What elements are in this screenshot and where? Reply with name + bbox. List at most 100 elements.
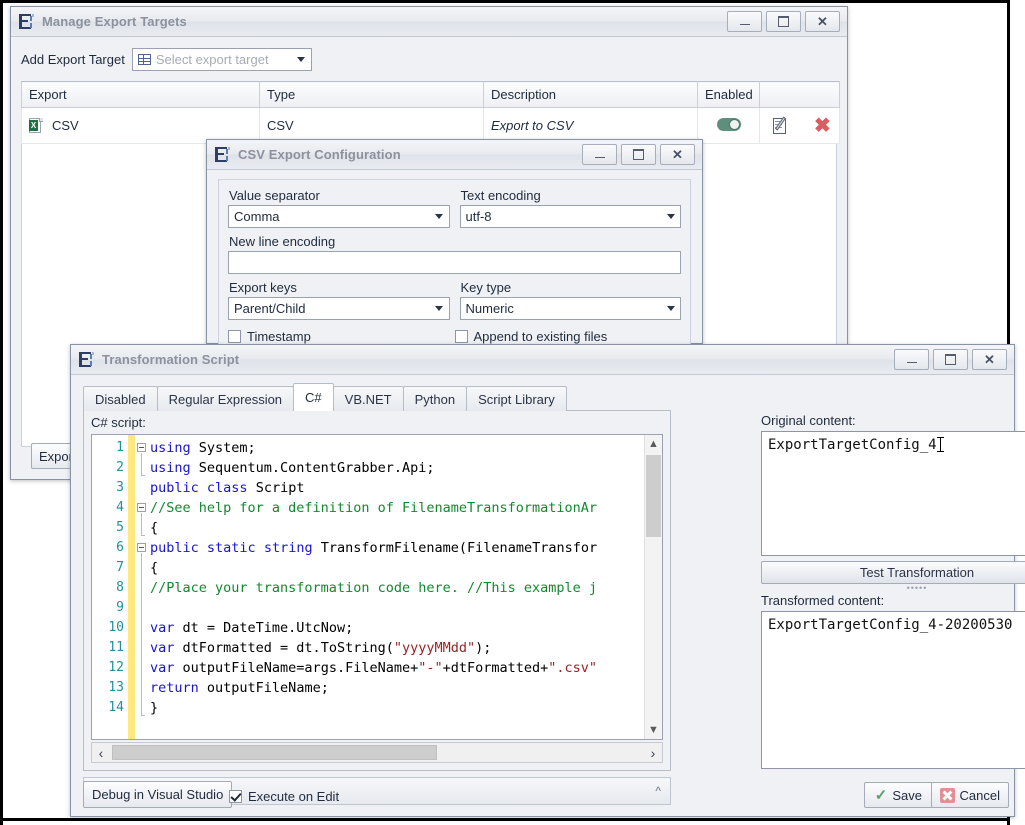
debug-button-label: Debug in Visual Studio bbox=[92, 787, 223, 802]
manage-window-controls: ✕ bbox=[727, 11, 843, 32]
tab-script-library[interactable]: Script Library bbox=[466, 386, 567, 411]
line-number: 1 bbox=[92, 438, 128, 458]
tab-disabled[interactable]: Disabled bbox=[83, 386, 158, 411]
vertical-scroll-thumb[interactable] bbox=[646, 455, 661, 537]
export-keys-value: Parent/Child bbox=[234, 301, 306, 316]
close-x-icon bbox=[940, 788, 955, 803]
chevron-down-icon[interactable] bbox=[661, 298, 680, 319]
scroll-down-icon[interactable]: ▼ bbox=[645, 721, 662, 739]
manage-window-title: Manage Export Targets bbox=[42, 14, 187, 29]
scroll-up-icon[interactable]: ▲ bbox=[645, 435, 662, 453]
cancel-button[interactable]: Cancel bbox=[931, 782, 1009, 808]
delete-icon[interactable]: ✖ bbox=[814, 118, 831, 134]
line-number: 3 bbox=[92, 478, 128, 498]
export-keys-field: Export keys Parent/Child bbox=[228, 280, 450, 320]
transformation-window-title: Transformation Script bbox=[102, 352, 239, 367]
original-content-label: Original content: bbox=[761, 413, 1025, 428]
export-keys-label: Export keys bbox=[229, 280, 450, 295]
execute-on-edit-checkbox[interactable] bbox=[229, 790, 242, 803]
debug-in-visual-studio-button[interactable]: Debug in Visual Studio bbox=[83, 781, 232, 808]
key-type-dropdown[interactable]: Numeric bbox=[460, 297, 682, 320]
value-separator-dropdown[interactable]: Comma bbox=[228, 205, 450, 228]
append-checkbox-row[interactable]: Append to existing files bbox=[455, 329, 682, 344]
screen-border-bottom bbox=[0, 818, 1010, 821]
execute-on-edit-row[interactable]: Execute on Edit bbox=[229, 789, 339, 804]
horizontal-scroll-thumb[interactable] bbox=[112, 745, 437, 760]
add-export-target-row: Add Export Target Select export target bbox=[21, 46, 837, 73]
cell-actions: ✖ bbox=[760, 108, 840, 144]
code-folding-column[interactable] bbox=[135, 435, 150, 739]
splitter-grip[interactable]: ••••• bbox=[761, 584, 1025, 593]
scroll-left-icon[interactable]: ‹ bbox=[92, 743, 110, 762]
tab-regular-expression[interactable]: Regular Expression bbox=[157, 386, 294, 411]
new-line-encoding-input[interactable] bbox=[228, 251, 681, 274]
code-line bbox=[150, 598, 662, 618]
transformation-window-titlebar[interactable]: Transformation Script ✕ bbox=[71, 345, 1014, 375]
append-checkbox[interactable] bbox=[455, 330, 468, 343]
tab-python[interactable]: Python bbox=[403, 386, 467, 411]
maximize-button[interactable] bbox=[933, 349, 968, 370]
export-target-icon bbox=[138, 54, 151, 65]
tab-vbnet[interactable]: VB.NET bbox=[333, 386, 404, 411]
fold-toggle-icon bbox=[137, 503, 146, 512]
original-content-textbox[interactable]: ExportTargetConfig_4 bbox=[761, 431, 1025, 556]
minimize-button[interactable] bbox=[582, 144, 617, 165]
save-button[interactable]: ✓ Save bbox=[864, 782, 933, 808]
timestamp-checkbox[interactable] bbox=[228, 330, 241, 343]
hscroll-track[interactable] bbox=[110, 745, 644, 760]
code-line: //Place your transformation code here. /… bbox=[150, 578, 662, 598]
code-text-area[interactable]: using System; using Sequentum.ContentGra… bbox=[150, 435, 662, 739]
close-button[interactable]: ✕ bbox=[805, 11, 840, 32]
code-line: using Sequentum.ContentGrabber.Api; bbox=[150, 458, 662, 478]
minimize-button[interactable] bbox=[727, 11, 762, 32]
keys-row: Export keys Parent/Child Key type Numeri… bbox=[228, 280, 681, 320]
cell-enabled bbox=[698, 108, 760, 144]
close-button[interactable]: ✕ bbox=[660, 144, 695, 165]
append-label: Append to existing files bbox=[474, 329, 608, 344]
text-encoding-dropdown[interactable]: utf-8 bbox=[460, 205, 682, 228]
export-keys-dropdown[interactable]: Parent/Child bbox=[228, 297, 450, 320]
timestamp-checkbox-row[interactable]: Timestamp bbox=[228, 329, 455, 344]
line-number: 10 bbox=[92, 618, 128, 638]
tab-csharp[interactable]: C# bbox=[293, 383, 334, 411]
maximize-button[interactable] bbox=[621, 144, 656, 165]
line-number: 6 bbox=[92, 538, 128, 558]
column-header-description[interactable]: Description bbox=[484, 82, 698, 108]
app-icon bbox=[215, 147, 231, 162]
csv-checkbox-row: Timestamp Append to existing files bbox=[228, 329, 681, 344]
transformation-window-body: Disabled Regular Expression C# VB.NET Py… bbox=[71, 375, 1014, 818]
csv-window-titlebar[interactable]: CSV Export Configuration ✕ bbox=[207, 140, 702, 170]
edit-icon[interactable] bbox=[773, 117, 790, 135]
chevron-down-icon[interactable] bbox=[430, 206, 449, 227]
scroll-right-icon[interactable]: › bbox=[644, 743, 662, 762]
chevron-down-icon[interactable] bbox=[292, 49, 311, 70]
column-header-type[interactable]: Type bbox=[260, 82, 484, 108]
chevron-down-icon[interactable] bbox=[430, 298, 449, 319]
maximize-button[interactable] bbox=[766, 11, 801, 32]
minimize-button[interactable] bbox=[894, 349, 929, 370]
text-cursor-icon bbox=[937, 437, 944, 452]
code-line: //See help for a definition of FilenameT… bbox=[150, 498, 662, 518]
editor-vertical-scrollbar[interactable]: ▲ ▼ bbox=[644, 435, 662, 739]
code-line: var dtFormatted = dt.ToString("yyyyMMdd"… bbox=[150, 638, 662, 658]
column-header-actions bbox=[760, 82, 840, 108]
transformed-content-textbox[interactable]: ExportTargetConfig_4-20200530 bbox=[761, 611, 1025, 769]
select-export-target-dropdown[interactable]: Select export target bbox=[132, 48, 312, 71]
editor-horizontal-scrollbar[interactable]: ‹ › bbox=[91, 742, 663, 763]
code-editor[interactable]: 1 2 3 4 5 6 7 8 9 10 11 12 13 14 bbox=[91, 434, 663, 740]
text-encoding-value: utf-8 bbox=[466, 209, 492, 224]
line-number: 5 bbox=[92, 518, 128, 538]
chevron-down-icon[interactable] bbox=[661, 206, 680, 227]
checkmark-icon: ✓ bbox=[875, 789, 888, 802]
key-type-field: Key type Numeric bbox=[460, 280, 682, 320]
line-number-gutter: 1 2 3 4 5 6 7 8 9 10 11 12 13 14 bbox=[92, 435, 128, 739]
enabled-toggle[interactable] bbox=[717, 118, 741, 131]
code-line: public static string TransformFilename(F… bbox=[150, 538, 662, 558]
script-editor-pane: C# script: 1 2 3 4 5 6 7 8 9 10 11 12 13… bbox=[83, 410, 671, 771]
close-button[interactable]: ✕ bbox=[972, 349, 1007, 370]
column-header-enabled[interactable]: Enabled bbox=[698, 82, 760, 108]
csv-export-configuration-window: CSV Export Configuration ✕ Value separat… bbox=[206, 139, 703, 344]
column-header-export[interactable]: Export bbox=[22, 82, 260, 108]
manage-window-titlebar[interactable]: Manage Export Targets ✕ bbox=[11, 7, 847, 37]
test-transformation-button[interactable]: Test Transformation bbox=[761, 561, 1025, 584]
